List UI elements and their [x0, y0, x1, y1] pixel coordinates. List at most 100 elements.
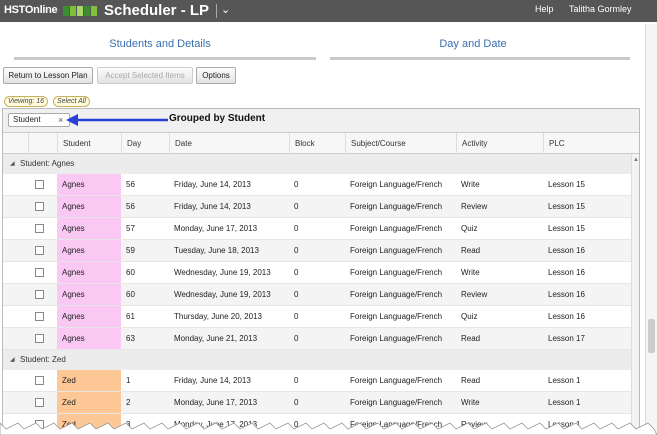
collapse-group-icon[interactable]: ◢ [10, 154, 15, 174]
block-cell: 0 [294, 290, 299, 299]
row-select-checkbox[interactable] [35, 268, 44, 277]
row-select-checkbox[interactable] [35, 312, 44, 321]
subject-cell: Foreign Language/French [350, 376, 443, 385]
table-row[interactable]: Agnes 57 Monday, June 17, 2013 0 Foreign Lan… [3, 218, 631, 240]
table-row[interactable]: Zed 1 Friday, June 14, 2013 0 Foreign Langua… [3, 370, 631, 392]
activity-cell: Write [461, 398, 480, 407]
plc-cell: Lesson 16 [548, 268, 585, 277]
row-select-checkbox[interactable] [35, 202, 44, 211]
page-scrollbar[interactable] [645, 24, 657, 435]
options-button[interactable]: Options [196, 67, 236, 84]
table-row[interactable]: Agnes 56 Friday, June 14, 2013 0 Foreign Lan… [3, 196, 631, 218]
row-select-checkbox[interactable] [35, 246, 44, 255]
subject-cell: Foreign Language/French [350, 334, 443, 343]
activity-cell: Read [461, 334, 481, 343]
column-header-date[interactable]: Date [169, 133, 289, 154]
column-header-subject[interactable]: Subject/Course [345, 133, 456, 154]
row-select-checkbox[interactable] [35, 224, 44, 233]
group-pill-label: Student [13, 115, 41, 124]
date-cell: Monday, June 21, 2013 [174, 334, 258, 343]
table-row[interactable]: Zed 2 Monday, June 17, 2013 0 Foreign Langua… [3, 392, 631, 414]
table-row[interactable]: Agnes 59 Tuesday, June 18, 2013 0 Foreign La… [3, 240, 631, 262]
page-scrollbar-thumb[interactable] [648, 319, 655, 353]
row-select-checkbox[interactable] [35, 290, 44, 299]
row-select-checkbox[interactable] [35, 398, 44, 407]
accept-selected-items-button[interactable]: Accept Selected Items [97, 67, 193, 84]
date-cell: Tuesday, June 18, 2013 [174, 246, 259, 255]
date-cell: Friday, June 14, 2013 [174, 180, 251, 189]
group-header-row[interactable]: ◢ Student: Zed [3, 350, 631, 370]
block-cell: 0 [294, 224, 299, 233]
app-logo[interactable]: HSTOnline [4, 4, 58, 16]
activity-cell: Review [461, 202, 488, 211]
table-row[interactable]: Agnes 56 Friday, June 14, 2013 0 Foreign Lan… [3, 174, 631, 196]
app-menu-chevron-icon[interactable]: ⌄ [221, 3, 230, 16]
plc-cell: Lesson 15 [548, 180, 585, 189]
date-cell: Thursday, June 20, 2013 [174, 312, 262, 321]
return-to-lesson-plan-button[interactable]: Return to Lesson Plan [3, 67, 93, 84]
date-cell: Friday, June 14, 2013 [174, 376, 251, 385]
student-cell: Agnes [57, 262, 121, 283]
subject-cell: Foreign Language/French [350, 312, 443, 321]
top-bar: HSTOnline Scheduler - LP ⌄ Help Talitha … [0, 0, 657, 22]
table-row[interactable]: Agnes 61 Thursday, June 20, 2013 0 Foreign L… [3, 306, 631, 328]
date-cell: Monday, June 17, 2013 [174, 224, 258, 233]
date-cell: Friday, June 14, 2013 [174, 202, 251, 211]
row-select-checkbox[interactable] [35, 376, 44, 385]
student-cell: Agnes [57, 284, 121, 305]
plc-cell: Lesson 17 [548, 334, 585, 343]
block-cell: 0 [294, 312, 299, 321]
day-cell: 63 [126, 334, 135, 343]
help-link[interactable]: Help [535, 4, 554, 14]
day-cell: 61 [126, 312, 135, 321]
block-cell: 0 [294, 180, 299, 189]
title-divider [216, 4, 217, 18]
row-select-checkbox[interactable] [35, 334, 44, 343]
table-row[interactable]: Agnes 63 Monday, June 21, 2013 0 Foreign Lan… [3, 328, 631, 350]
subject-cell: Foreign Language/French [350, 398, 443, 407]
day-cell: 60 [126, 290, 135, 299]
remove-grouping-close-icon[interactable]: × [58, 114, 63, 126]
date-cell: Wednesday, June 19, 2013 [174, 268, 271, 277]
activity-cell: Review [461, 290, 488, 299]
user-menu[interactable]: Talitha Gormley [569, 4, 632, 14]
grid-scrollbar[interactable]: ▲ [631, 154, 639, 435]
app-title: Scheduler - LP [104, 2, 210, 19]
subject-cell: Foreign Language/French [350, 246, 443, 255]
tab-students-and-details[interactable]: Students and Details [60, 38, 260, 50]
column-header-block[interactable]: Block [289, 133, 345, 154]
day-cell: 56 [126, 180, 135, 189]
torn-edge [0, 422, 657, 435]
block-cell: 0 [294, 334, 299, 343]
activity-cell: Read [461, 376, 481, 385]
annotation-arrow-icon [66, 114, 168, 126]
table-row[interactable]: Agnes 60 Wednesday, June 19, 2013 0 Foreign … [3, 262, 631, 284]
column-header-plc[interactable]: PLC [543, 133, 631, 154]
plc-cell: Lesson 15 [548, 224, 585, 233]
column-header-activity[interactable]: Activity [456, 133, 543, 154]
column-header-student[interactable]: Student [57, 133, 121, 154]
collapse-group-icon[interactable]: ◢ [10, 350, 15, 370]
schedule-grid: Student × Student Day Date Block Subject… [2, 108, 640, 435]
row-select-checkbox[interactable] [35, 180, 44, 189]
subject-cell: Foreign Language/French [350, 202, 443, 211]
student-cell: Zed [57, 370, 121, 391]
student-cell: Agnes [57, 240, 121, 261]
viewing-count-badge: Viewing: 16 [4, 96, 49, 107]
plc-cell: Lesson 1 [548, 376, 581, 385]
select-all-link[interactable]: Select All [53, 96, 90, 107]
plc-cell: Lesson 16 [548, 312, 585, 321]
column-header-day[interactable]: Day [121, 133, 169, 154]
scroll-up-icon[interactable]: ▲ [633, 157, 639, 163]
student-cell: Agnes [57, 174, 121, 195]
student-cell: Agnes [57, 328, 121, 349]
block-cell: 0 [294, 202, 299, 211]
select-column-header [28, 133, 57, 154]
group-header-row[interactable]: ◢ Student: Agnes [3, 154, 631, 174]
tab-day-and-date[interactable]: Day and Date [373, 38, 573, 50]
column-header-row: Student Day Date Block Subject/Course Ac… [3, 133, 639, 154]
date-cell: Monday, June 17, 2013 [174, 398, 258, 407]
group-by-student-pill[interactable]: Student × [8, 113, 70, 127]
table-row[interactable]: Agnes 60 Wednesday, June 19, 2013 0 Foreign … [3, 284, 631, 306]
student-cell: Agnes [57, 306, 121, 327]
